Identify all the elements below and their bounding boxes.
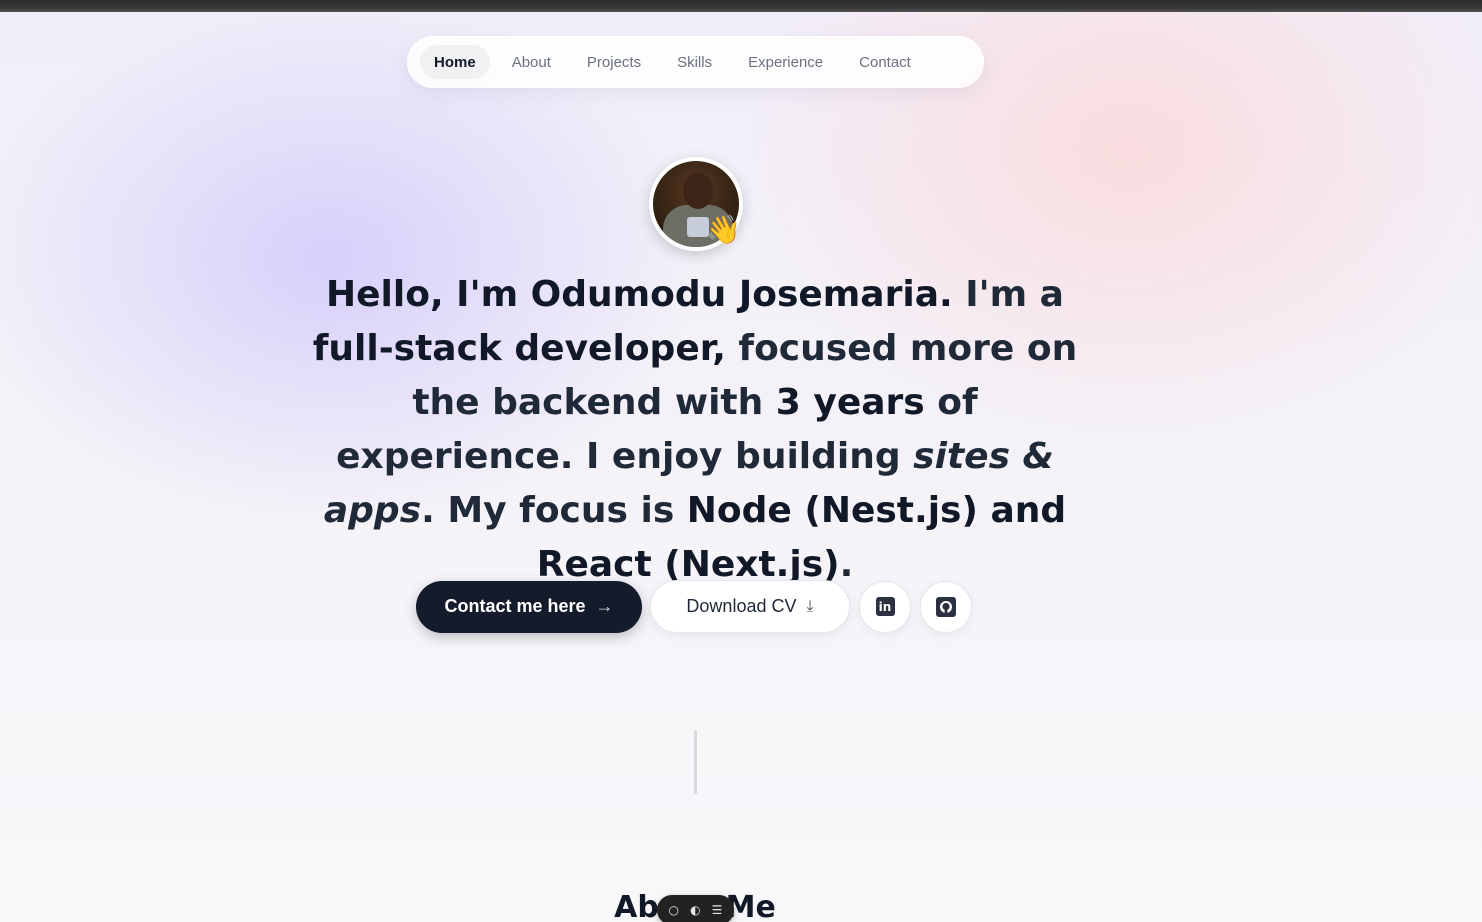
- nav-projects[interactable]: Projects: [573, 45, 655, 79]
- hero-actions: Contact me here → Download CV ⤓ in: [416, 580, 972, 633]
- download-icon: ⤓: [806, 597, 814, 615]
- linkedin-button[interactable]: in: [859, 580, 911, 633]
- chat-icon[interactable]: ○: [669, 903, 679, 917]
- contact-me-button[interactable]: Contact me here →: [416, 580, 642, 633]
- download-cv-button[interactable]: Download CV ⤓: [650, 580, 850, 633]
- linkedin-icon: in: [875, 597, 895, 616]
- hero-headline: Hello, I'm Odumodu Josemaria. I'm a full…: [312, 274, 1078, 585]
- nav-about[interactable]: About: [498, 45, 565, 79]
- menu-icon[interactable]: ☰: [712, 903, 723, 917]
- github-button[interactable]: [920, 580, 972, 633]
- contact-me-label: Contact me here: [444, 596, 586, 616]
- toggle-icon[interactable]: ◐: [690, 903, 700, 917]
- wave-icon: 👋: [706, 213, 741, 246]
- download-cv-label: Download CV: [686, 596, 797, 616]
- nav-experience[interactable]: Experience: [734, 45, 837, 79]
- github-icon: [936, 596, 956, 617]
- headline-name: Hello, I'm Odumodu Josemaria.: [326, 274, 953, 315]
- nav-home[interactable]: Home: [420, 45, 490, 79]
- window-top-bar: [0, 0, 1482, 12]
- nav-skills[interactable]: Skills: [663, 45, 726, 79]
- main-nav: Home About Projects Skills Experience Co…: [407, 36, 984, 88]
- arrow-right-icon: →: [595, 596, 614, 616]
- section-divider: [694, 730, 697, 794]
- nav-contact[interactable]: Contact: [845, 45, 925, 79]
- floating-toolbar: ○ ◐ ☰: [657, 895, 734, 922]
